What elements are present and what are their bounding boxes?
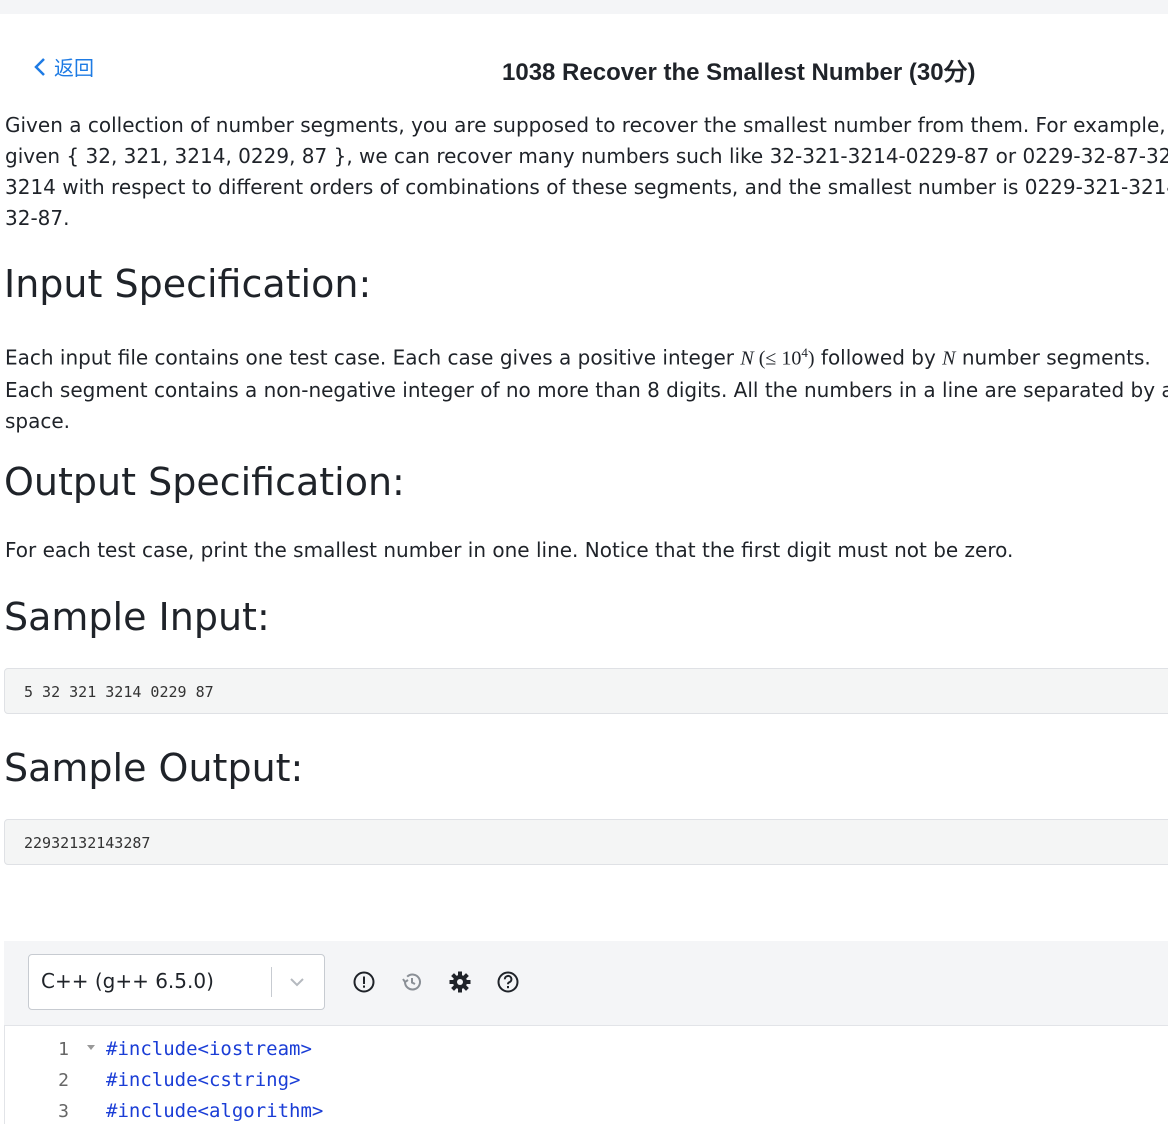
input-spec-text: Each input file contains one test case. … (5, 337, 1168, 437)
select-separator (271, 967, 272, 997)
back-label: 返回 (54, 56, 94, 80)
sample-output-heading: Sample Output: (4, 746, 304, 790)
chevron-down-icon[interactable] (288, 973, 306, 991)
gear-icon[interactable] (447, 969, 473, 995)
history-icon[interactable] (399, 969, 425, 995)
language-value: C++ (g++ 6.5.0) (41, 969, 214, 993)
problem-description: Given a collection of number segments, y… (5, 110, 1168, 234)
output-spec-text: For each test case, print the smallest n… (5, 538, 1014, 562)
line-number-gutter: 1 2 3 (5, 1034, 69, 1127)
code-lines[interactable]: #include<iostream> #include<cstring> #in… (106, 1034, 323, 1127)
top-bar (0, 0, 1168, 14)
line-number: 2 (58, 1070, 69, 1091)
language-select[interactable]: C++ (g++ 6.5.0) (28, 954, 325, 1010)
math-bound: (≤ 10 (753, 347, 802, 370)
output-spec-heading: Output Specification: (4, 460, 405, 504)
fold-arrow-icon[interactable] (87, 1045, 95, 1050)
input-text-b: followed by (814, 345, 943, 370)
sample-output-block: 22932132143287 (4, 819, 1168, 865)
input-spec-line: space. (5, 408, 71, 433)
description-line: 32-87. (5, 206, 70, 230)
editor-toolbar: C++ (g++ 6.5.0) (4, 941, 1168, 1025)
input-spec-heading: Input Specification: (4, 262, 372, 306)
sample-input-heading: Sample Input: (4, 595, 270, 639)
input-spec-line: Each input file contains one test case. … (5, 337, 1168, 375)
code-line[interactable]: #include<cstring> (106, 1065, 323, 1096)
input-text-c: number segments. (955, 345, 1151, 370)
sample-output-code: 22932132143287 (24, 834, 151, 852)
description-line: 3214 with respect to different orders of… (5, 175, 1168, 199)
sample-input-block: 5 32 321 3214 0229 87 (4, 668, 1168, 714)
math-n: N (740, 347, 754, 370)
description-line: Given a collection of number segments, y… (5, 113, 1166, 137)
line-number: 3 (58, 1101, 69, 1122)
math-n: N (942, 347, 956, 370)
description-line: given { 32, 321, 3214, 0229, 87 }, we ca… (5, 144, 1168, 168)
code-line[interactable]: #include<iostream> (106, 1034, 323, 1065)
sample-input-code: 5 32 321 3214 0229 87 (24, 683, 214, 701)
input-spec-line: Each segment contains a non-negative int… (5, 377, 1168, 402)
code-editor[interactable]: 1 2 3 #include<iostream> #include<cstrin… (4, 1025, 1168, 1124)
help-icon[interactable] (495, 969, 521, 995)
chevron-left-icon (34, 57, 45, 76)
math-close: ) (807, 347, 815, 370)
line-number: 1 (58, 1039, 69, 1060)
back-link[interactable]: 返回 (34, 52, 94, 81)
alert-icon[interactable] (351, 969, 377, 995)
code-line[interactable]: #include<algorithm> (106, 1096, 323, 1127)
page-title: 1038 Recover the Smallest Number (30分) (502, 59, 976, 86)
input-text-a: Each input file contains one test case. … (5, 345, 741, 370)
